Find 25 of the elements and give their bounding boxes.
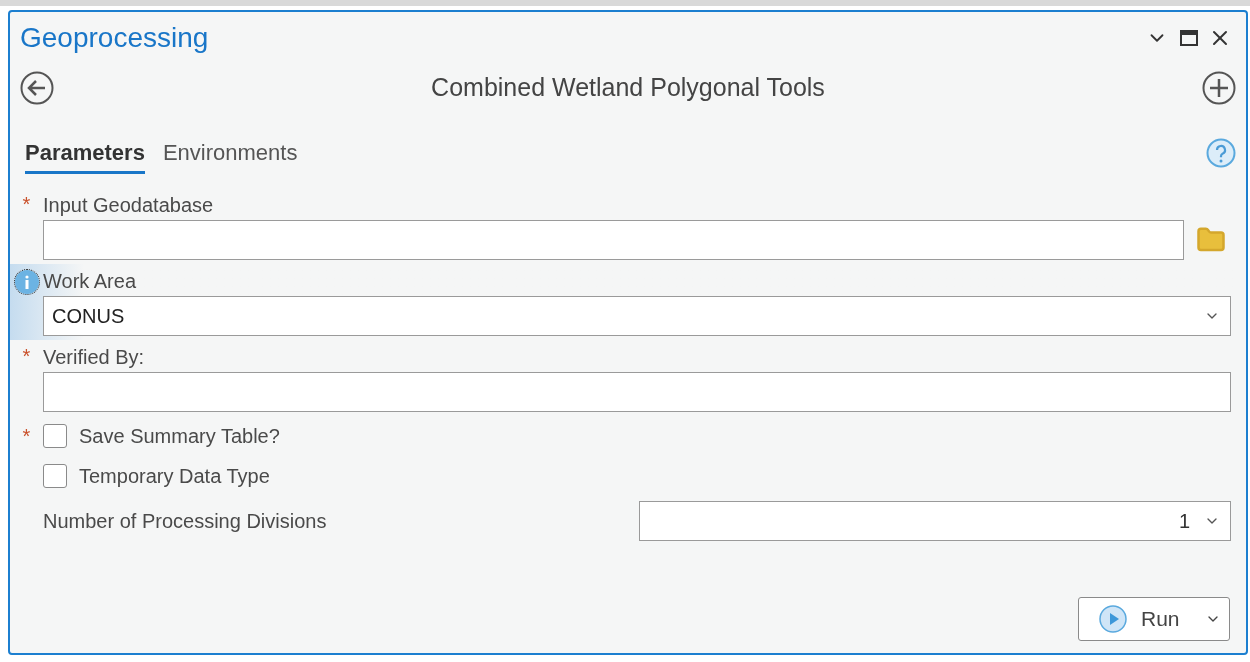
dropdown-field[interactable]: 1 [639,501,1231,541]
checkbox[interactable] [43,424,67,448]
required-asterisk: * [22,194,31,214]
tab[interactable]: Environments [162,136,298,174]
dropdown-field[interactable]: CONUS [43,296,1231,336]
input-field[interactable] [43,372,1231,412]
checkbox[interactable] [43,464,67,488]
parameter-label: Verified By: [43,345,146,370]
info-icon[interactable] [14,270,39,294]
maximize-icon[interactable] [1180,30,1198,46]
required-asterisk: * [22,346,31,366]
add-icon[interactable] [1202,71,1236,105]
tool-title: Combined Wetland Polygonal Tools [430,72,826,104]
play-icon [1099,605,1127,633]
help-icon[interactable] [1206,138,1236,168]
pane-title: Geoprocessing [20,21,210,55]
parameter-label: Work Area [43,269,137,294]
parameter-label: Input Geodatabase [43,193,215,218]
parameter-label: Number of Processing Divisions [43,509,328,534]
tab[interactable]: Parameters [25,136,145,174]
required-asterisk: * [22,426,31,446]
checkbox-label: Temporary Data Type [79,464,270,489]
input-field[interactable] [43,220,1184,260]
checkbox-label: Save Summary Table? [79,424,280,449]
run-button[interactable]: Run [1078,597,1230,641]
